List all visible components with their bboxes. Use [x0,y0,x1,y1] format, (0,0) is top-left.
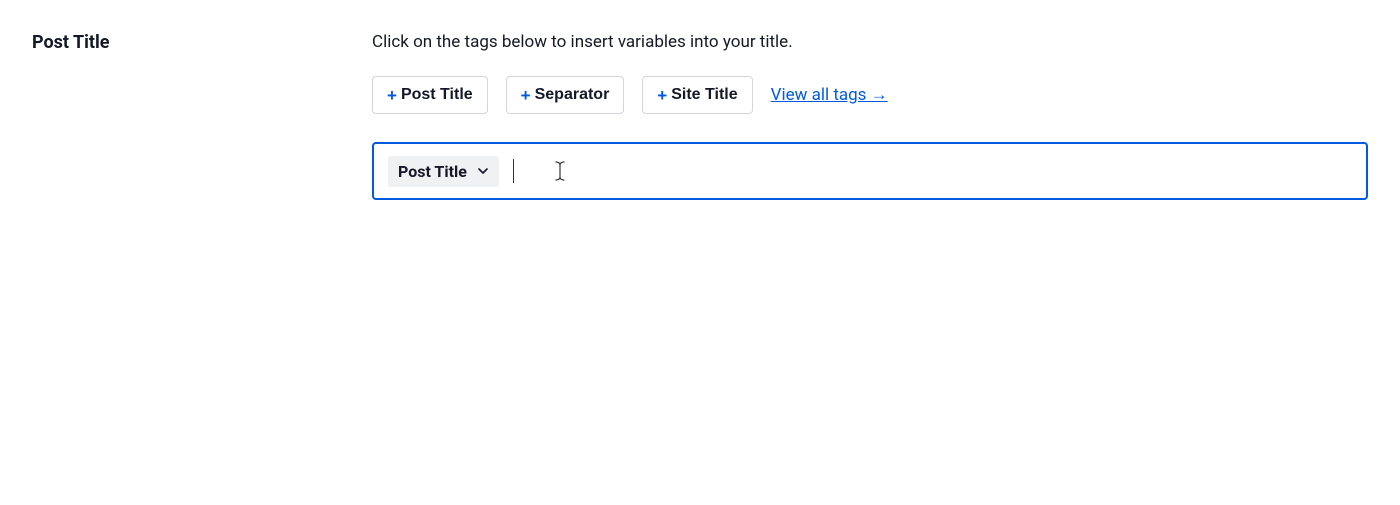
view-all-tags-link[interactable]: View all tags → [771,85,888,105]
token-label: Post Title [398,162,467,181]
tag-button-post-title[interactable]: + Post Title [372,76,488,114]
text-caret [513,159,514,183]
tag-button-separator[interactable]: + Separator [506,76,625,114]
plus-icon: + [387,87,397,104]
help-text: Click on the tags below to insert variab… [372,32,1368,52]
tag-button-site-title[interactable]: + Site Title [642,76,752,114]
field-content: Click on the tags below to insert variab… [372,32,1368,200]
tag-button-row: + Post Title + Separator + Site Title Vi… [372,76,1368,114]
tag-button-label: Separator [535,86,610,104]
plus-icon: + [657,87,667,104]
chevron-down-icon [477,165,489,177]
tag-button-label: Post Title [401,86,473,104]
token-post-title[interactable]: Post Title [388,156,499,187]
text-cursor-icon [554,161,566,181]
field-label: Post Title [32,32,372,53]
tag-button-label: Site Title [671,86,737,104]
plus-icon: + [521,87,531,104]
title-input[interactable]: Post Title [372,142,1368,200]
